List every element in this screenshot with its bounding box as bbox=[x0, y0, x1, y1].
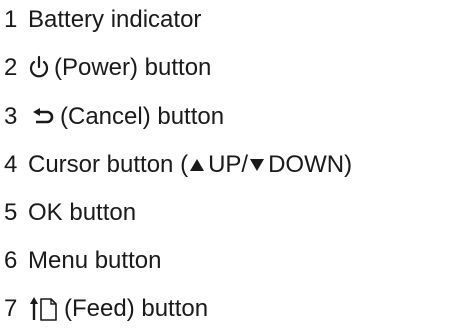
list-item: 1 Battery indicator bbox=[0, 2, 201, 38]
item-label: (Power) button bbox=[54, 54, 212, 81]
power-icon bbox=[28, 55, 50, 81]
item-label: OK button bbox=[28, 199, 137, 226]
cursor-label-start: Cursor button ( bbox=[28, 151, 189, 178]
up-triangle-icon bbox=[190, 159, 205, 171]
item-number: 7 bbox=[4, 295, 18, 322]
cancel-return-arrow-icon bbox=[32, 108, 54, 126]
cursor-label-up: UP/ bbox=[208, 151, 249, 178]
list-item: 5 OK button bbox=[0, 195, 136, 231]
list-item: 4 Cursor button ( UP/ DOWN) bbox=[0, 147, 352, 183]
item-label: Battery indicator bbox=[28, 6, 202, 33]
item-number: 3 bbox=[4, 103, 18, 130]
item-label: (Feed) button bbox=[64, 295, 209, 322]
item-label: Cursor button ( UP/ DOWN) bbox=[28, 151, 352, 179]
list-item: 7 (Feed) button bbox=[0, 291, 208, 327]
list-item: 3 (Cancel) button bbox=[0, 99, 224, 135]
feed-paper-icon bbox=[30, 296, 58, 322]
button-legend-list: 1 Battery indicator 2 (Power) button 3 (… bbox=[0, 0, 458, 336]
item-number: 5 bbox=[4, 199, 18, 226]
list-item: 6 Menu button bbox=[0, 243, 161, 279]
item-label: (Cancel) button bbox=[60, 103, 225, 130]
down-triangle-icon bbox=[250, 159, 265, 171]
list-item: 2 (Power) button bbox=[0, 50, 211, 86]
item-label: Menu button bbox=[28, 247, 162, 274]
item-number: 2 bbox=[4, 54, 18, 81]
item-number: 6 bbox=[4, 247, 18, 274]
item-number: 4 bbox=[4, 151, 18, 178]
item-number: 1 bbox=[4, 6, 18, 33]
cursor-label-down: DOWN) bbox=[268, 151, 353, 178]
